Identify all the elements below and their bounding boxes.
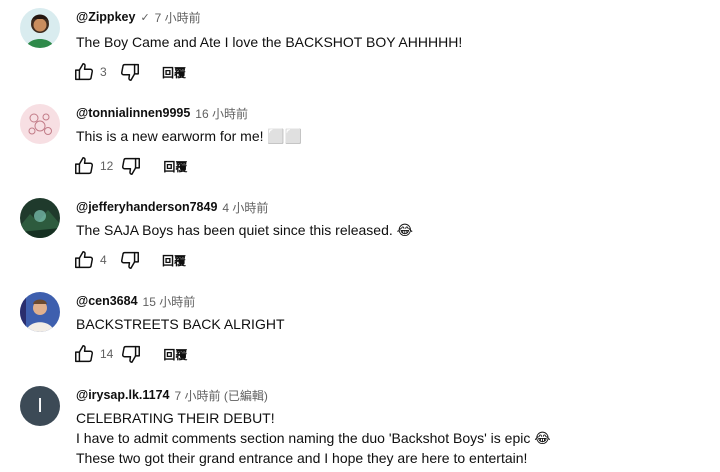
comment-item: I @irysap.lk.1174 7 小時前 (已編輯) CELEBRATIN… [0,376,720,472]
dislike-button[interactable] [117,152,145,180]
comment-item: @cen3684 15 小時前 BACKSTREETS BACK ALRIGHT… [0,282,720,376]
comment-line: The SAJA Boys has been quiet since this … [76,222,413,238]
reply-button[interactable]: 回覆 [162,64,186,81]
comment-timestamp[interactable]: 16 小時前 [195,105,248,122]
dislike-button[interactable] [116,246,144,274]
thumbs-down-icon [122,345,141,363]
thumbs-up-icon [75,157,93,175]
reply-button[interactable]: 回覆 [162,252,186,269]
comment-line: This is a new earworm for me! ⬜⬜ [76,128,303,144]
comment-text: The SAJA Boys has been quiet since this … [76,220,413,240]
comment-timestamp[interactable]: 4 小時前 [222,199,268,216]
avatar-letter: I [37,395,43,417]
comment-line: CELEBRATING THEIR DEBUT! [76,410,275,426]
thumbs-up-icon [75,63,93,81]
dislike-button[interactable] [117,340,145,368]
comment-line: I have to admit comments section naming … [76,430,551,446]
like-count: 12 [100,159,114,173]
comment-timestamp[interactable]: 7 小時前 (已編輯) [175,387,268,404]
comment-item: @Zippkey ✓ 7 小時前 The Boy Came and Ate I … [0,0,720,94]
avatar[interactable] [20,292,60,332]
comment-item: @jefferyhanderson7849 4 小時前 The SAJA Boy… [0,188,720,282]
thumbs-down-icon [121,251,139,269]
thumbs-down-icon [121,63,139,81]
comment-timestamp[interactable]: 15 小時前 [143,293,196,310]
avatar[interactable] [20,8,60,48]
comment-item: @tonnialinnen9995 16 小時前 This is a new e… [0,94,720,188]
comment-text: BACKSTREETS BACK ALRIGHT [76,314,285,334]
like-button[interactable] [70,152,98,180]
comment-text: CELEBRATING THEIR DEBUT! I have to admit… [76,408,551,468]
avatar[interactable] [20,198,60,238]
like-count: 14 [100,347,114,361]
comment-line: The Boy Came and Ate I love the BACKSHOT… [76,34,463,50]
comment-line: These two got their grand entrance and I… [76,450,528,466]
comment-author[interactable]: @irysap.lk.1174 [76,388,170,402]
like-button[interactable] [70,340,98,368]
comment-author[interactable]: @cen3684 [76,294,138,308]
like-button[interactable] [70,58,98,86]
verified-check-icon: ✓ [140,11,150,24]
dislike-button[interactable] [116,58,144,86]
reply-button[interactable]: 回覆 [163,346,187,363]
comment-author[interactable]: @jefferyhanderson7849 [76,200,217,214]
thumbs-up-icon [75,345,93,363]
comment-author[interactable]: @Zippkey [76,10,135,24]
avatar[interactable]: I [20,386,60,426]
comment-author[interactable]: @tonnialinnen9995 [76,106,190,120]
like-count: 4 [100,253,107,267]
comment-text: This is a new earworm for me! ⬜⬜ [76,126,302,146]
like-count: 3 [100,65,107,79]
thumbs-down-icon [122,157,141,175]
comment-text: The Boy Came and Ate I love the BACKSHOT… [76,32,462,52]
reply-button[interactable]: 回覆 [163,158,187,175]
comment-line: BACKSTREETS BACK ALRIGHT [76,316,285,332]
avatar[interactable] [20,104,60,144]
comment-timestamp[interactable]: 7 小時前 [155,9,201,26]
like-button[interactable] [70,246,98,274]
thumbs-up-icon [75,251,93,269]
